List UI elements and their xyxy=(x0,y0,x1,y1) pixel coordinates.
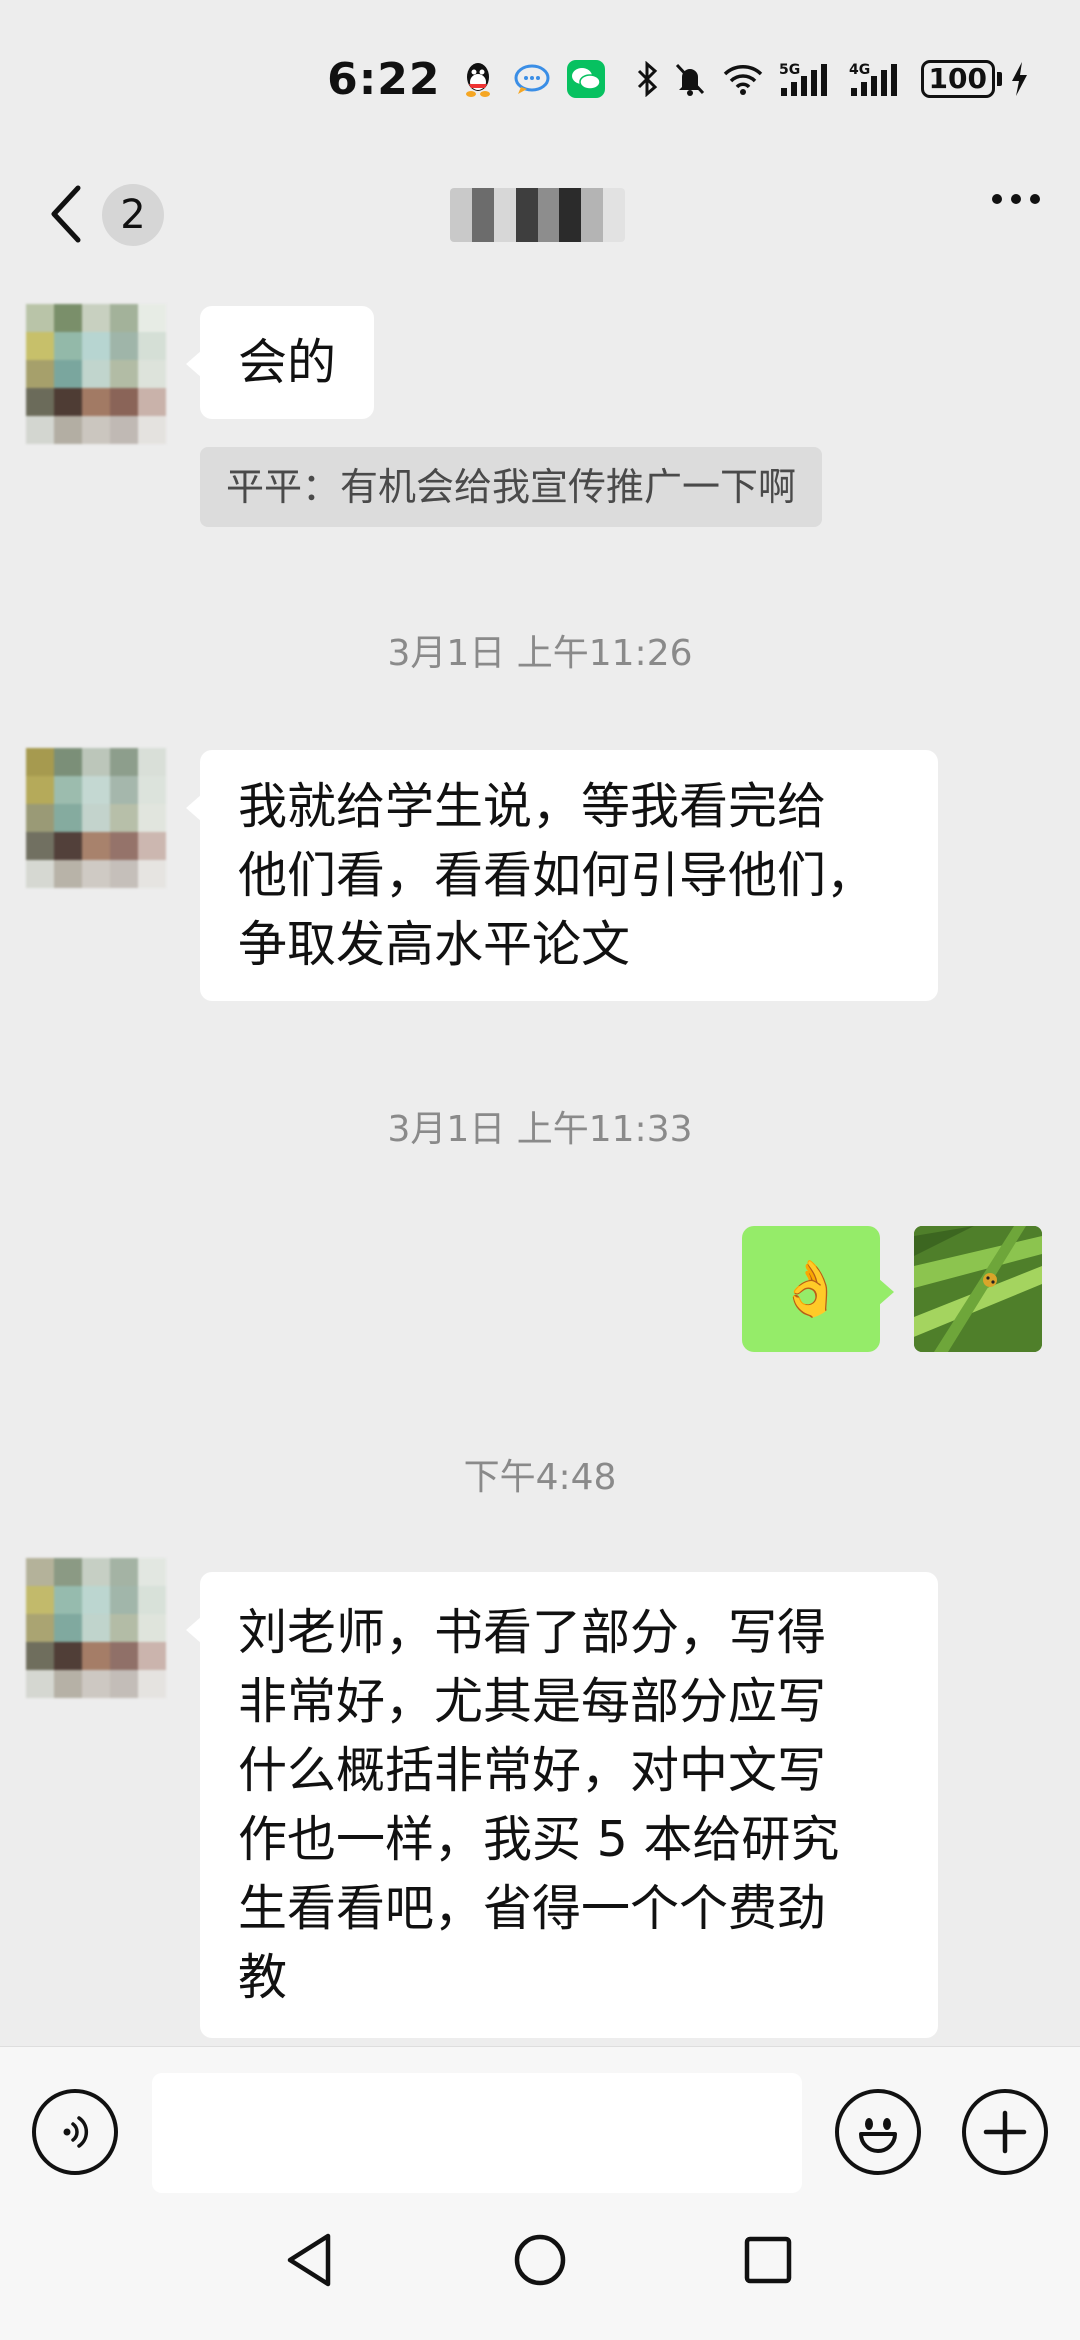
message-bubble[interactable]: 会的 xyxy=(185,306,375,419)
battery-level: 100 xyxy=(920,60,995,98)
user-avatar[interactable] xyxy=(914,1226,1042,1352)
message-text-line: 教 xyxy=(238,1949,288,2006)
message-text-line: 作也一样，我买 5 本给研究 xyxy=(238,1811,840,1868)
message-text-line: 争取发高水平论文 xyxy=(238,916,631,973)
chevron-left-icon xyxy=(51,185,81,243)
contact-avatar[interactable] xyxy=(26,304,166,444)
message-text-line: 非常好，尤其是每部分应写 xyxy=(238,1673,827,1730)
bluetooth-icon xyxy=(635,61,659,97)
triangle-back-icon xyxy=(287,2233,331,2287)
status-bar: 6:22 5G 4G 100 xyxy=(0,0,1080,150)
message-timestamp: 3月1日 上午11:26 xyxy=(387,633,693,674)
status-time: 6:22 xyxy=(327,53,441,105)
emoji-icon xyxy=(859,2118,897,2153)
qq-icon xyxy=(459,60,497,98)
message-input[interactable] xyxy=(152,2073,802,2193)
more-dots-icon xyxy=(992,194,1002,204)
quoted-reply[interactable]: 平平：有机会给我宣传推广一下啊 xyxy=(200,447,823,527)
network-5g-label: 5G xyxy=(779,62,800,78)
contact-name-pixelated xyxy=(450,188,625,242)
message-timestamp: 下午4:48 xyxy=(463,1457,617,1498)
charging-icon xyxy=(1012,62,1027,96)
square-recent-icon xyxy=(744,2236,792,2284)
wechat-icon xyxy=(566,60,605,98)
system-navigation-bar xyxy=(0,2200,1080,2340)
ok-hand-emoji: 👌 xyxy=(777,1257,845,1320)
voice-icon xyxy=(63,2116,89,2148)
unread-count-badge[interactable]: 2 xyxy=(102,184,164,246)
message-text: 会的 xyxy=(238,334,337,391)
back-button[interactable] xyxy=(48,184,92,244)
message-text-line: 什么概括非常好，对中文写 xyxy=(238,1742,827,1799)
chat-header: 2 xyxy=(0,150,1080,278)
plus-icon xyxy=(983,2110,1027,2154)
contact-avatar[interactable] xyxy=(26,1558,166,1698)
message-text-line: 我就给学生说，等我看完给 xyxy=(238,778,827,835)
nav-back-button[interactable] xyxy=(270,2220,350,2300)
message-text-line: 生看看吧，省得一个个费劲 xyxy=(238,1880,827,1937)
outgoing-message-bubble[interactable]: 👌 xyxy=(742,1226,894,1352)
voice-input-button[interactable] xyxy=(32,2089,118,2175)
contact-avatar[interactable] xyxy=(26,748,166,888)
qq-browser-icon xyxy=(513,60,551,98)
message-bubble[interactable]: 刘老师，书看了部分，写得 非常好，尤其是每部分应写 什么概括非常好，对中文写 作… xyxy=(186,1572,938,2038)
signal-5g-icon: 5G xyxy=(779,60,835,98)
circle-home-icon xyxy=(514,2234,566,2286)
message-timestamp: 3月1日 上午11:33 xyxy=(387,1109,693,1150)
message-bubble[interactable]: 我就给学生说，等我看完给 他们看，看看如何引导他们， 争取发高水平论文 xyxy=(186,750,938,1001)
more-options-button[interactable] xyxy=(992,194,1040,204)
nav-recent-button[interactable] xyxy=(728,2220,808,2300)
message-text-line: 刘老师，书看了部分，写得 xyxy=(238,1604,827,1661)
nav-home-button[interactable] xyxy=(500,2220,580,2300)
network-4g-label: 4G xyxy=(849,62,870,78)
signal-4g-icon: 4G xyxy=(849,60,905,98)
message-text-line: 他们看，看看如何引导他们， xyxy=(238,847,876,904)
wifi-icon xyxy=(721,62,765,96)
battery-indicator: 100 xyxy=(920,60,1030,98)
chat-screen: 6:22 5G 4G 100 2 会的 平平：有机会给我宣传推广一下啊 3月1日… xyxy=(0,0,1080,2340)
more-functions-button[interactable] xyxy=(962,2089,1048,2175)
mute-bell-icon xyxy=(673,61,707,97)
emoji-button[interactable] xyxy=(835,2089,921,2175)
battery-tip xyxy=(997,72,1002,86)
